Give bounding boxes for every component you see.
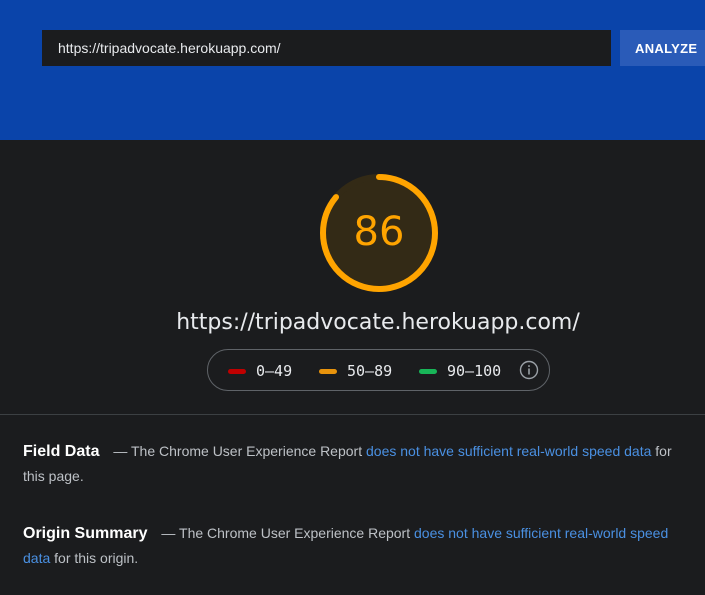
field-data-dash: — xyxy=(113,443,128,459)
section-divider xyxy=(0,414,705,415)
field-data-section: Field Data — The Chrome User Experience … xyxy=(23,439,683,489)
origin-summary-section: Origin Summary — The Chrome User Experie… xyxy=(23,521,683,571)
analyze-button[interactable]: ANALYZE xyxy=(620,30,705,66)
origin-summary-title: Origin Summary xyxy=(23,525,148,542)
origin-summary-text-after: for this origin. xyxy=(54,550,139,566)
field-data-text: The Chrome User Experience Report xyxy=(131,443,363,459)
legend-fail-label: 0–49 xyxy=(256,362,293,380)
header-bar: ANALYZE xyxy=(0,0,705,140)
legend-item-fail: 0–49 xyxy=(228,362,292,380)
url-input[interactable] xyxy=(42,30,611,66)
legend-average-label: 50–89 xyxy=(347,362,393,380)
origin-summary-dash: — xyxy=(161,525,176,541)
field-data-title: Field Data xyxy=(23,443,100,460)
tested-url: https://tripadvocate.herokuapp.com/ xyxy=(176,310,580,335)
legend-fail-bar xyxy=(228,368,246,374)
legend-average-bar xyxy=(319,368,337,374)
origin-summary-text: The Chrome User Experience Report xyxy=(179,525,411,541)
field-data-link[interactable]: does not have sufficient real-world spee… xyxy=(366,443,651,459)
legend-pass-label: 90–100 xyxy=(447,362,502,380)
legend-item-average: 50–89 xyxy=(319,362,392,380)
performance-score-gauge: 86 xyxy=(318,172,440,294)
score-legend: 0–49 50–89 90–100 xyxy=(207,349,550,391)
performance-score: 86 xyxy=(353,209,405,255)
info-icon[interactable] xyxy=(519,360,539,380)
legend-pass-bar xyxy=(419,368,437,374)
legend-item-pass: 90–100 xyxy=(419,362,501,380)
